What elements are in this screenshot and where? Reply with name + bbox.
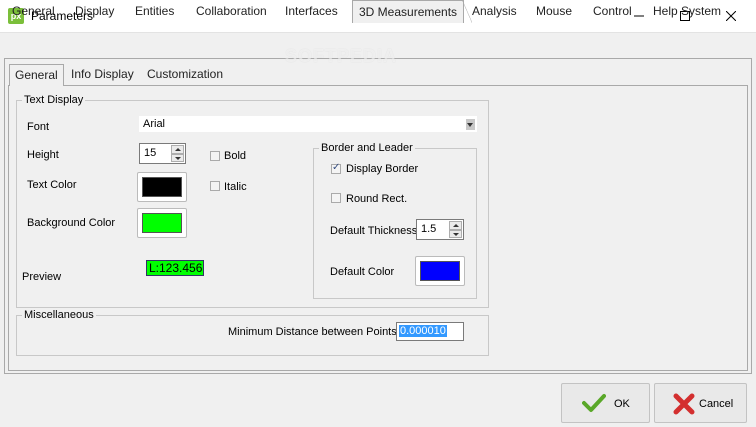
tab-display[interactable]: Display <box>75 4 114 22</box>
tab-control[interactable]: Control <box>593 4 632 22</box>
default-color-label: Default Color <box>330 266 395 278</box>
tab-mouse[interactable]: Mouse <box>536 4 572 22</box>
default-thickness-label: Default Thickness <box>330 225 418 237</box>
font-select-value: Arial <box>143 118 166 130</box>
bold-label: Bold <box>224 150 247 162</box>
tab-analysis[interactable]: Analysis <box>472 4 517 22</box>
italic-label: Italic <box>224 181 247 193</box>
tab-entities[interactable]: Entities <box>135 4 174 22</box>
text-display-legend: Text Display <box>22 94 86 106</box>
cancel-button[interactable]: Cancel <box>654 383 747 423</box>
spin-down-icon[interactable] <box>449 229 462 238</box>
height-label: Height <box>27 149 59 161</box>
tab-collaboration[interactable]: Collaboration <box>196 4 267 22</box>
font-select[interactable]: Arial <box>138 115 478 133</box>
height-value: 15 <box>144 147 157 159</box>
round-rect-label: Round Rect. <box>346 193 408 205</box>
round-rect-checkbox[interactable] <box>331 193 341 203</box>
bold-checkbox[interactable] <box>210 151 220 161</box>
minimize-icon <box>634 15 644 17</box>
cancel-x-icon <box>673 393 695 415</box>
spin-up-icon[interactable] <box>449 221 462 230</box>
height-stepper[interactable]: 15 <box>139 143 186 164</box>
tab-general[interactable]: General <box>12 4 55 22</box>
min-distance-input[interactable]: 0.000010 <box>396 322 464 341</box>
font-label: Font <box>27 121 50 133</box>
preview-text: L:123.456 <box>146 260 204 276</box>
ok-button[interactable]: OK <box>561 383 650 423</box>
tab-help-system[interactable]: Help System <box>653 4 721 22</box>
tab-3d-measurements[interactable]: 3D Measurements <box>352 0 473 23</box>
text-color-button[interactable] <box>137 172 187 202</box>
min-distance-label: Minimum Distance between Points <box>228 326 397 338</box>
border-leader-legend: Border and Leader <box>319 142 415 154</box>
cancel-label: Cancel <box>699 398 734 410</box>
subtab-customization[interactable]: Customization <box>147 67 223 85</box>
watermark: SOFTPEDIA <box>285 46 398 66</box>
ok-label: OK <box>614 398 630 410</box>
background-color-swatch <box>142 213 182 233</box>
italic-checkbox[interactable] <box>210 181 220 191</box>
default-thickness-value: 1.5 <box>421 223 437 235</box>
min-distance-value: 0.000010 <box>399 325 447 337</box>
text-color-label: Text Color <box>27 179 77 191</box>
default-color-button[interactable] <box>415 256 465 286</box>
miscellaneous-legend: Miscellaneous <box>22 309 96 321</box>
preview-label: Preview <box>22 271 62 283</box>
display-border-checkbox[interactable] <box>331 162 341 174</box>
spin-up-icon[interactable] <box>171 145 184 154</box>
display-border-label: Display Border <box>346 163 419 175</box>
subtab-info-display[interactable]: Info Display <box>71 67 134 85</box>
checkmark-icon <box>582 394 606 412</box>
chevron-down-icon <box>466 119 475 130</box>
close-icon <box>726 11 736 21</box>
background-color-label: Background Color <box>27 217 116 229</box>
background-color-button[interactable] <box>137 208 187 238</box>
spin-down-icon[interactable] <box>171 153 184 162</box>
subtab-general[interactable]: General <box>9 64 64 86</box>
default-thickness-stepper[interactable]: 1.5 <box>416 219 464 240</box>
text-color-swatch <box>142 177 182 197</box>
default-color-swatch <box>420 261 460 281</box>
tab-interfaces[interactable]: Interfaces <box>285 4 338 22</box>
